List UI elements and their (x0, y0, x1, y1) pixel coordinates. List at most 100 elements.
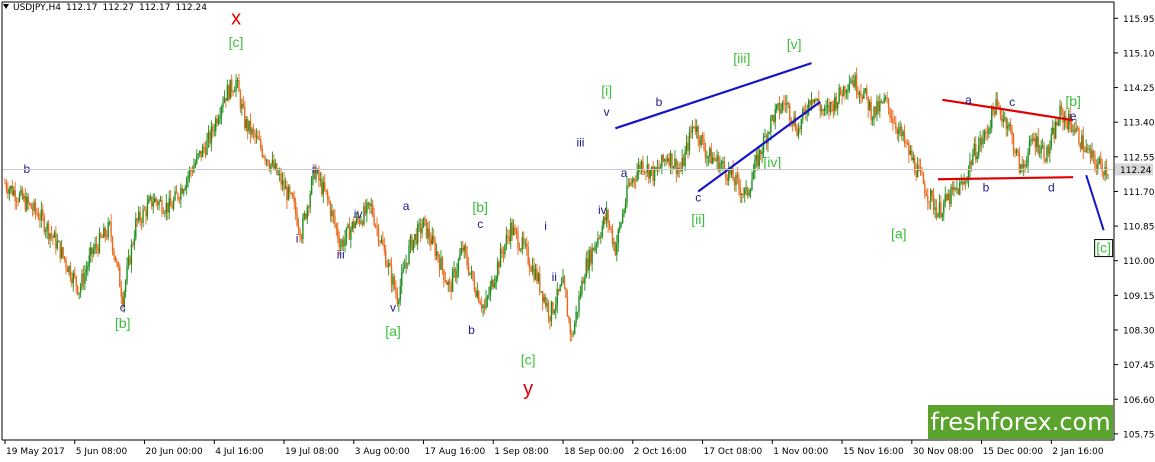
candle-body (903, 131, 906, 143)
candle-body (642, 161, 644, 172)
candle-body (624, 202, 627, 211)
candle-body (495, 276, 497, 283)
candle-body (930, 190, 932, 202)
candle-body (492, 279, 494, 288)
candle-body (905, 142, 907, 144)
candle-body (649, 169, 651, 179)
candle-body (938, 202, 941, 214)
candle-body (823, 108, 826, 112)
candle-body (319, 178, 322, 181)
price-chart[interactable]: bc[b]x[c]iiiiiiivav[a][b]cb[c]yiiiiiiiv[… (0, 0, 1155, 462)
candle-body (874, 106, 877, 116)
candle-body (989, 128, 991, 129)
candle-body (68, 266, 70, 273)
candle-body (498, 261, 500, 268)
candle-body (181, 188, 183, 194)
candle-body (834, 96, 836, 112)
wave-label: [b] (115, 315, 131, 331)
candle-body (937, 213, 939, 218)
candle-body (463, 245, 465, 251)
candle-body (508, 236, 510, 242)
candle-body (579, 294, 582, 297)
candle-body (871, 119, 874, 121)
candle-body (1060, 105, 1063, 111)
candle-body (906, 142, 909, 144)
candle-body (738, 177, 740, 188)
candle-body (331, 210, 333, 217)
candle-body (210, 126, 213, 144)
candle-body (199, 150, 201, 154)
wave-label: [i] (601, 83, 612, 99)
candle-body (236, 80, 239, 81)
candle-body (598, 237, 601, 239)
candle-body (546, 303, 548, 307)
wave-label: x (231, 7, 241, 29)
candle-body (969, 161, 971, 171)
candle-body (78, 292, 80, 294)
candle-body (1044, 158, 1047, 162)
candle-body (91, 247, 93, 254)
candle-body (1100, 158, 1102, 164)
candle-body (620, 222, 622, 226)
candle-body (828, 104, 830, 112)
y-tick-label: 111.70 (1123, 188, 1155, 198)
candle-body (43, 216, 45, 232)
candle-body (839, 87, 842, 95)
candle-body (556, 288, 558, 306)
candle-body (5, 183, 8, 190)
candle-body (124, 281, 127, 293)
candle-body (453, 269, 455, 272)
candle-body (53, 232, 56, 238)
candle-body (478, 291, 480, 303)
candle-body (415, 234, 417, 244)
candle-body (268, 165, 271, 170)
wave-label: [v] (787, 36, 802, 52)
candle-body (876, 101, 878, 116)
candle-body (742, 193, 744, 195)
candle-body (276, 163, 278, 175)
candle-body (460, 248, 463, 255)
candle-body (1078, 128, 1080, 144)
candle-body (1001, 115, 1003, 122)
y-tick-label: 112.55 (1123, 153, 1155, 163)
wave-label: [iv] (763, 154, 781, 170)
candle-body (411, 235, 413, 251)
candle-body (85, 269, 88, 273)
wave-label: iv (354, 207, 363, 221)
candle-body (258, 139, 261, 140)
candle-body (184, 187, 186, 190)
candle-body (1102, 171, 1105, 176)
candle-body (860, 92, 862, 97)
candle-body (348, 224, 351, 240)
candle-body (459, 254, 461, 260)
candle-body (1084, 151, 1086, 152)
candle-body (616, 243, 618, 256)
candle-body (575, 311, 577, 323)
candle-body (501, 248, 503, 253)
candle-body (759, 149, 762, 155)
candle-body (172, 199, 175, 209)
candle-body (539, 273, 541, 292)
candle-body (10, 185, 12, 190)
candle-body (1024, 164, 1026, 167)
candle-body (448, 281, 451, 284)
wave-label: v (604, 105, 610, 119)
candle-body (566, 297, 569, 317)
candle-body (308, 206, 310, 208)
candle-body (271, 160, 274, 164)
candle-body (137, 211, 140, 221)
candle-body (847, 90, 849, 92)
candle-body (764, 136, 766, 138)
candle-body (422, 217, 425, 228)
candle-body (217, 118, 220, 124)
candle-body (512, 227, 515, 236)
candle-body (369, 202, 371, 206)
candle-body (963, 181, 965, 184)
candle-body (848, 83, 851, 91)
candle-body (489, 286, 492, 296)
candle-body (425, 219, 428, 238)
candle-body (585, 258, 587, 278)
candle-body (361, 221, 364, 225)
candle-body (114, 255, 117, 263)
candle-body (908, 143, 910, 155)
